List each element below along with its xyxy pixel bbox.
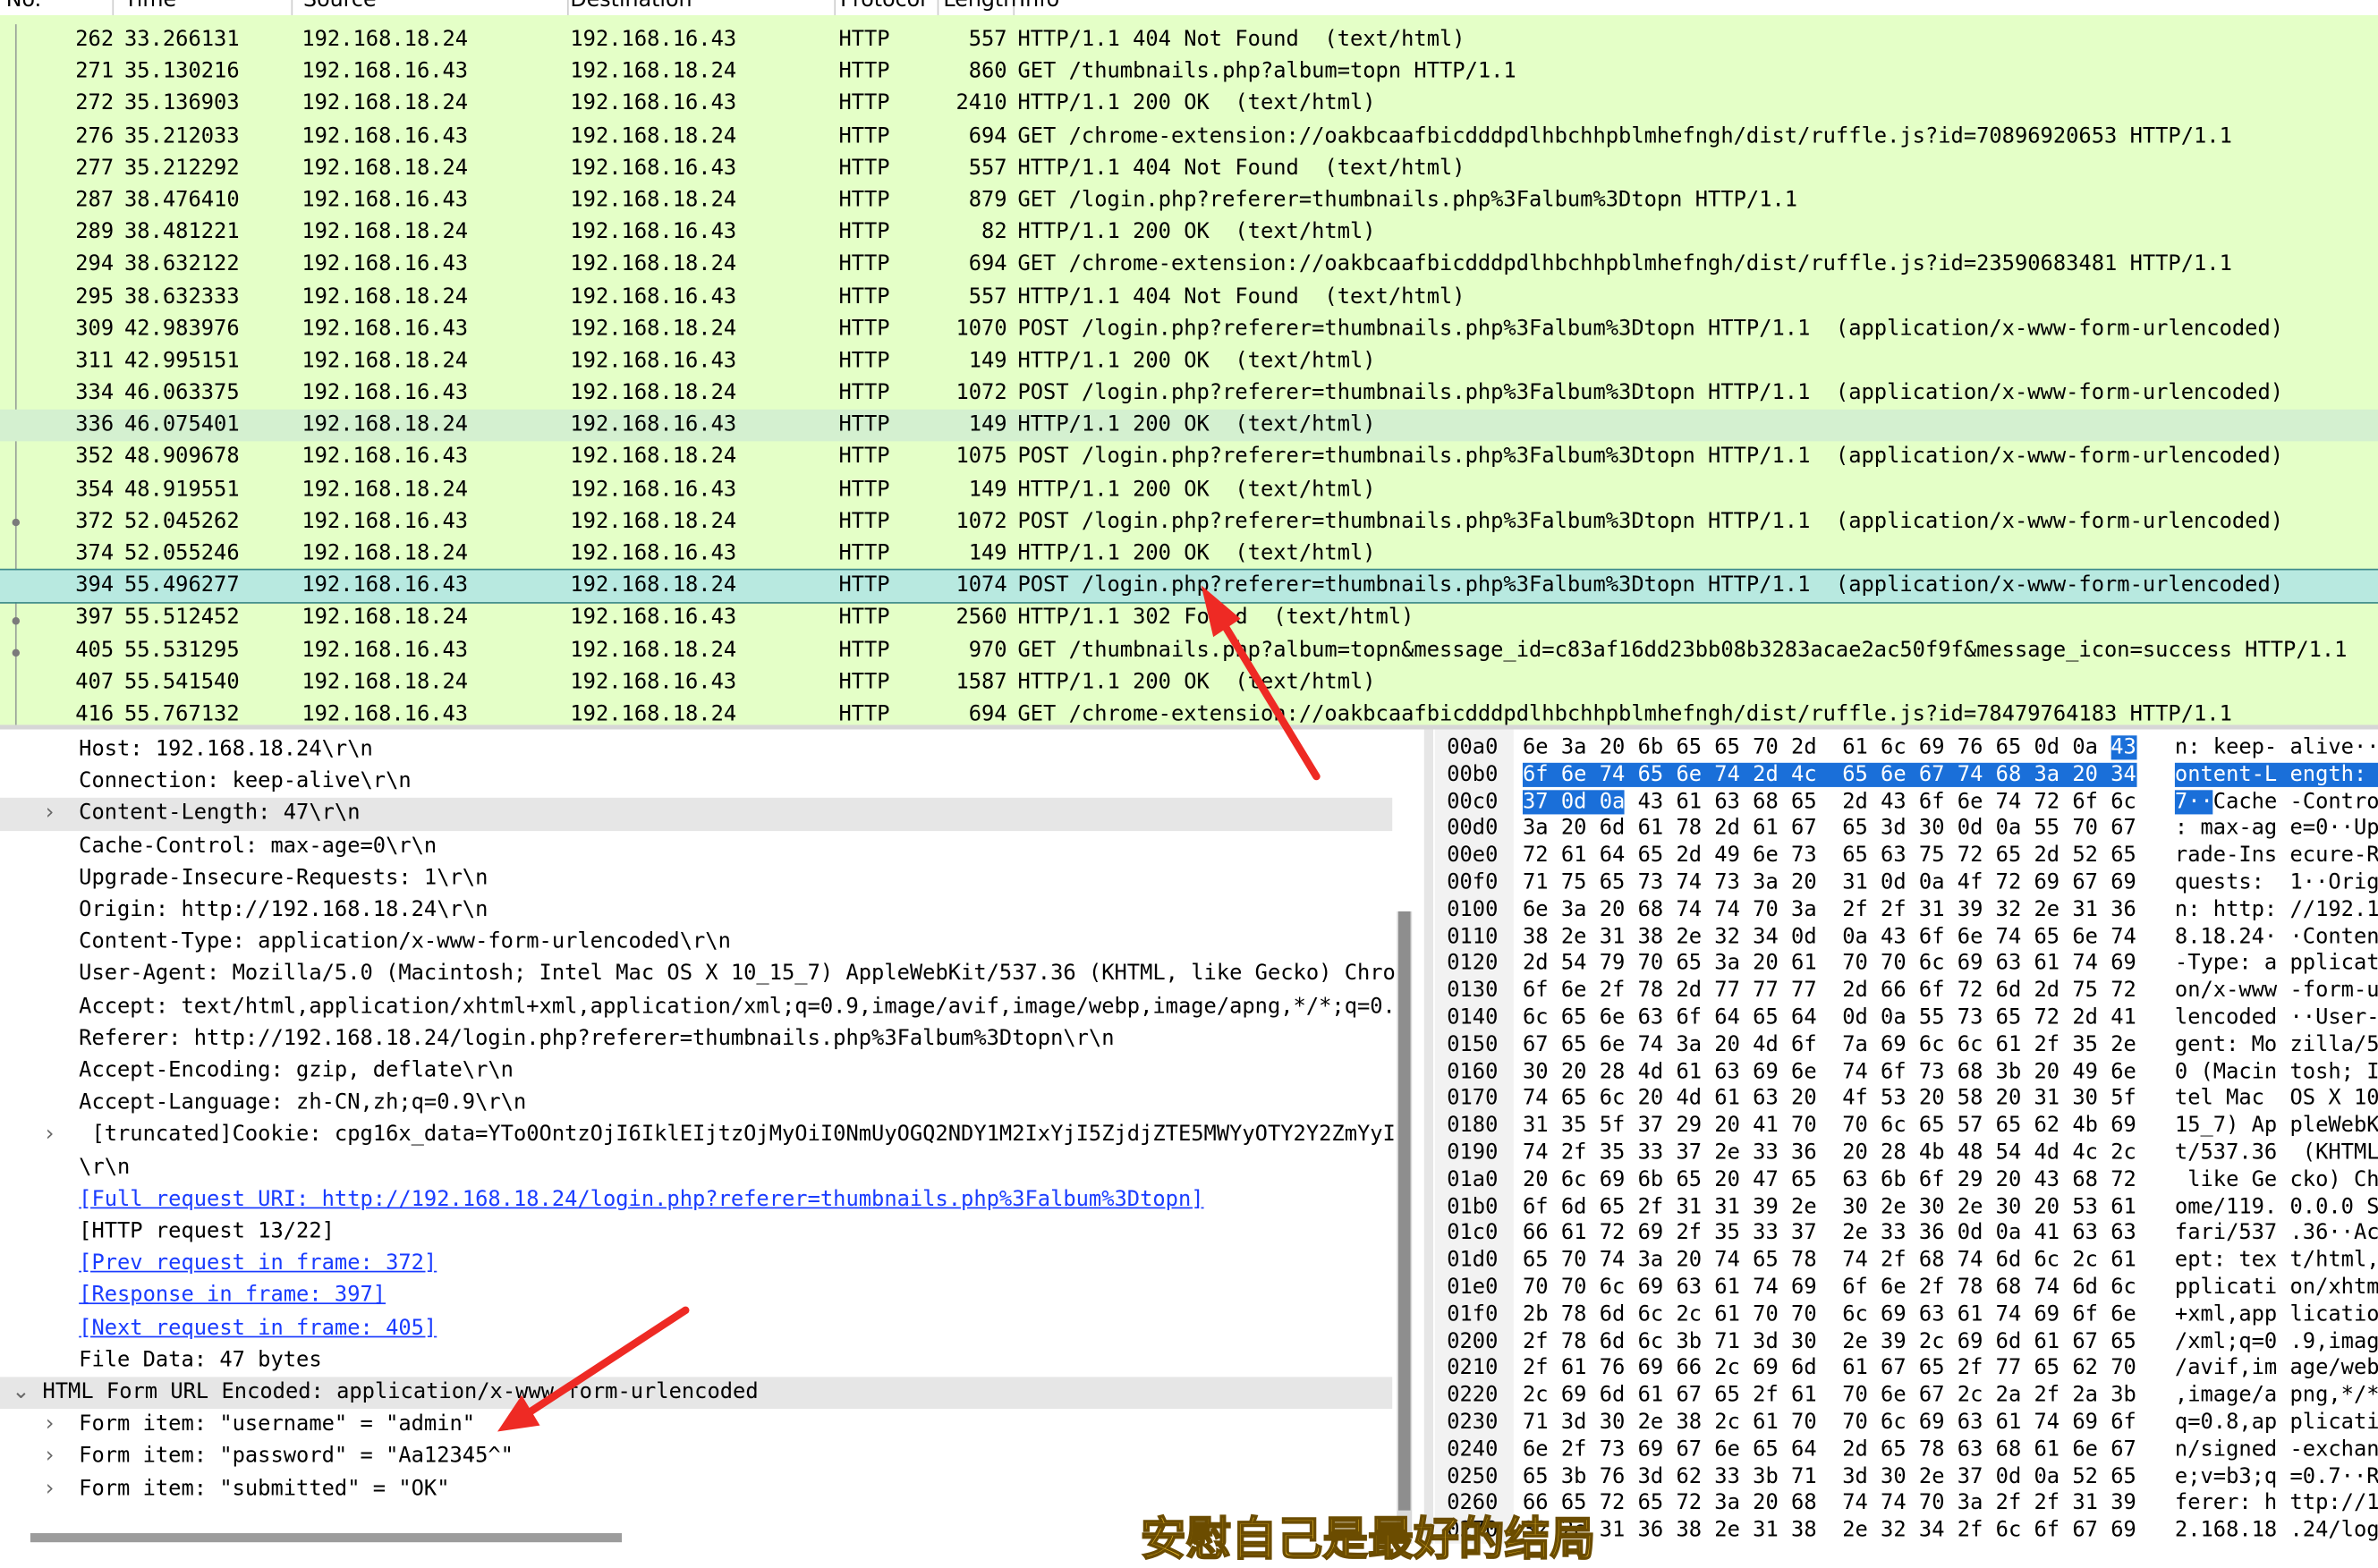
- wireshark-window: No. Time Source Destination Protocol Len…: [0, 0, 2378, 1567]
- annotation-arrows: [497, 585, 1321, 1432]
- red-arrow-icon: [1201, 585, 1321, 781]
- red-arrow-icon: [497, 1306, 690, 1432]
- video-subtitle: 安慰自己是最好的结局: [1140, 1513, 1596, 1567]
